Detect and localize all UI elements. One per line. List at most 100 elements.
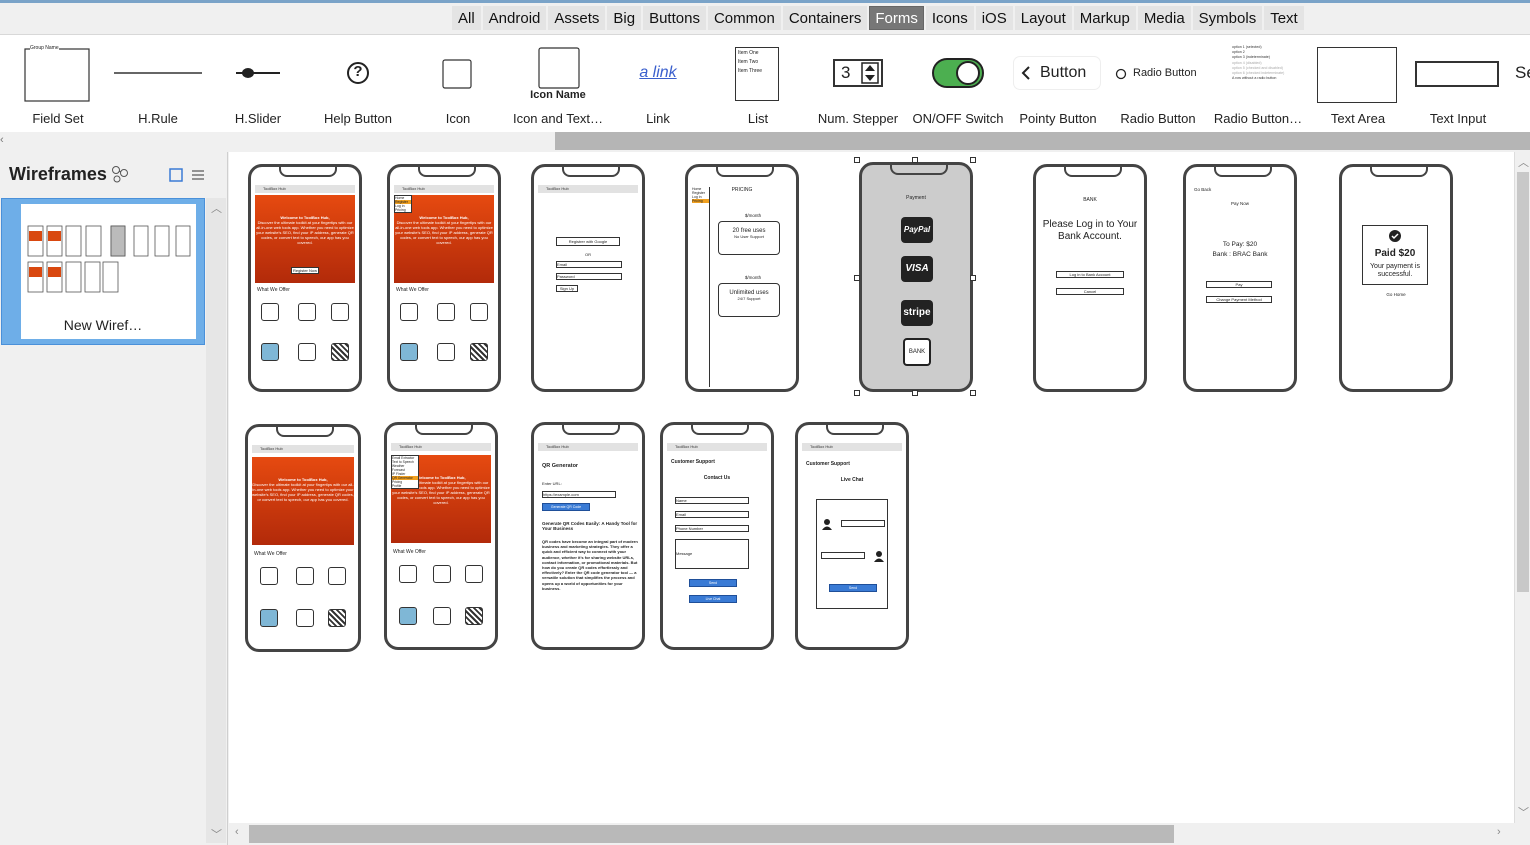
resize-handle[interactable]	[854, 157, 860, 163]
bank-login-button[interactable]: Log in to Bank Account	[1056, 271, 1124, 278]
live-chat-button[interactable]: Live Chat	[689, 595, 737, 603]
text-to-speech-icon[interactable]	[465, 565, 483, 583]
tab-symbols[interactable]: Symbols	[1192, 6, 1263, 30]
scroll-down-icon[interactable]: ﹀	[1518, 804, 1529, 820]
password-field[interactable]: Password	[556, 273, 622, 280]
go-back-link[interactable]: Go Back	[1194, 187, 1211, 192]
canvas-hscroll-thumb[interactable]	[249, 825, 1174, 843]
component-radio-button[interactable]: Radio Button Radio Button	[1108, 35, 1208, 133]
phone-home[interactable]: ToolBox Hub Welcome to ToolBox Hub, Disco…	[248, 164, 362, 392]
phone-paid[interactable]: Paid $20 Your payment is successful. Go …	[1339, 164, 1453, 392]
component-icon[interactable]: Icon	[408, 35, 508, 133]
component-pointy-button[interactable]: Button Pointy Button	[1008, 35, 1108, 133]
component-switch[interactable]: ON/OFF Switch	[908, 35, 1008, 133]
scroll-right-icon[interactable]: ›	[1497, 826, 1501, 838]
component-field-set[interactable]: Group Name Field Set	[8, 35, 108, 133]
email-icon[interactable]	[437, 303, 455, 321]
resize-handle[interactable]	[854, 275, 860, 281]
email-field[interactable]: Email	[675, 511, 749, 518]
component-num-stepper[interactable]: 3 Num. Stepper	[808, 35, 908, 133]
qr-icon[interactable]	[465, 607, 483, 625]
message-field[interactable]: Message	[675, 539, 749, 569]
component-link[interactable]: a link Link	[608, 35, 708, 133]
text-to-speech-icon[interactable]	[470, 303, 488, 321]
tab-all[interactable]: All	[452, 6, 481, 30]
tab-android[interactable]: Android	[482, 6, 547, 30]
chat-send-button[interactable]: Send	[829, 584, 877, 592]
plan-free-card[interactable]: 20 free uses No User Support	[718, 221, 780, 255]
seo-icon[interactable]	[400, 303, 418, 321]
component-icon-and-text[interactable]: Icon Name Icon and Text…	[508, 35, 608, 133]
library-scrollbar[interactable]: ‹	[0, 132, 1530, 150]
seo-icon[interactable]	[260, 567, 278, 585]
bank-button[interactable]: BANK	[903, 338, 931, 366]
phone-pay-now[interactable]: Go Back Pay Now To Pay: $20 Bank : BRAC …	[1183, 164, 1297, 392]
generate-qr-button[interactable]: Generate QR Code	[542, 503, 590, 511]
email-field[interactable]: Email	[556, 261, 622, 268]
phone-pricing[interactable]: PRICING Home Register Log in Pricing $/m…	[685, 164, 799, 392]
tab-ios[interactable]: iOS	[975, 6, 1013, 30]
wireframe-canvas[interactable]: ToolBox Hub Welcome to ToolBox Hub, Disco…	[229, 152, 1514, 823]
register-google-button[interactable]: Registrer with Google	[556, 237, 620, 246]
component-help-button[interactable]: ? Help Button	[308, 35, 408, 133]
library-scrollbar-thumb[interactable]	[555, 132, 1530, 150]
scroll-down-icon[interactable]: ﹀	[211, 826, 222, 842]
phone-payment[interactable]: Payment PayPal VISA stripe BANK	[859, 162, 973, 392]
phone-bank[interactable]: BANK Please Log in to Your Bank Account.…	[1033, 164, 1147, 392]
tab-containers[interactable]: Containers	[782, 6, 868, 30]
canvas-vertical-scrollbar[interactable]: ︿ ﹀	[1514, 152, 1530, 823]
ip-finder-icon[interactable]	[296, 609, 314, 627]
phone-home-2[interactable]: ToolBox Hub Welcome to ToolBox Hub, Disco…	[245, 424, 361, 652]
resize-handle[interactable]	[970, 275, 976, 281]
tab-media[interactable]: Media	[1137, 6, 1191, 30]
pay-button[interactable]: Pay	[1206, 281, 1272, 288]
component-search[interactable]: Se	[1508, 35, 1530, 133]
tab-icons[interactable]: Icons	[925, 6, 974, 30]
component-list[interactable]: Item One Item Two Item Three List	[708, 35, 808, 133]
send-button[interactable]: Send	[689, 579, 737, 587]
tab-buttons[interactable]: Buttons	[643, 6, 706, 30]
paypal-button[interactable]: PayPal	[901, 217, 933, 243]
qr-icon[interactable]	[470, 343, 488, 361]
scroll-left-icon[interactable]: ‹	[235, 826, 239, 838]
menu-item[interactable]: Weather Forecast	[392, 464, 418, 472]
resize-handle[interactable]	[970, 157, 976, 163]
visa-button[interactable]: VISA	[901, 256, 933, 282]
resize-handle[interactable]	[854, 390, 860, 396]
weather-icon[interactable]	[260, 609, 278, 627]
phone-home-menu-2[interactable]: ToolBox Hub Welcome to ToolBox Hub, Disco…	[384, 422, 498, 650]
name-field[interactable]: Name	[675, 497, 749, 504]
email-icon[interactable]	[433, 565, 451, 583]
phone-field[interactable]: Phone Number	[675, 525, 749, 532]
text-to-speech-icon[interactable]	[331, 303, 349, 321]
ip-finder-icon[interactable]	[433, 607, 451, 625]
link-nodes-icon[interactable]	[111, 165, 129, 183]
phone-contact[interactable]: ToolBox Hub Customer Support Contact Us …	[660, 422, 774, 650]
tab-big[interactable]: Big	[607, 6, 642, 30]
wireframe-thumbnail[interactable]: New Wiref…	[1, 198, 205, 345]
seo-icon[interactable]	[399, 565, 417, 583]
component-text-input[interactable]: Text Input	[1408, 35, 1508, 133]
ip-finder-icon[interactable]	[437, 343, 455, 361]
list-view-icon[interactable]	[191, 168, 205, 182]
tab-common[interactable]: Common	[707, 6, 781, 30]
go-home-link[interactable]: Go Home	[1342, 292, 1450, 297]
email-icon[interactable]	[296, 567, 314, 585]
component-text-area[interactable]: Text Area	[1308, 35, 1408, 133]
change-method-button[interactable]: Change Payment Method	[1206, 296, 1272, 303]
menu-item[interactable]: Profile	[392, 484, 418, 488]
tab-text[interactable]: Text	[1264, 6, 1304, 30]
scroll-up-icon[interactable]: ︿	[1518, 154, 1529, 170]
canvas-horizontal-scrollbar[interactable]: ‹ ›	[229, 823, 1514, 845]
seo-icon[interactable]	[261, 303, 279, 321]
email-icon[interactable]	[298, 303, 316, 321]
component-radio-group[interactable]: option 1 (selected) option 2 option 3 (i…	[1208, 35, 1308, 133]
resize-handle[interactable]	[912, 390, 918, 396]
ip-finder-icon[interactable]	[298, 343, 316, 361]
weather-icon[interactable]	[261, 343, 279, 361]
tab-markup[interactable]: Markup	[1073, 6, 1136, 30]
phone-home-menu[interactable]: ToolBox Hub Welcome to ToolBox Hub, Disco…	[387, 164, 501, 392]
plan-unlimited-card[interactable]: Unlimited uses 24/7 Support	[718, 283, 780, 317]
scroll-up-icon[interactable]: ︿	[211, 200, 222, 216]
bank-cancel-button[interactable]: Cancel	[1056, 288, 1124, 295]
